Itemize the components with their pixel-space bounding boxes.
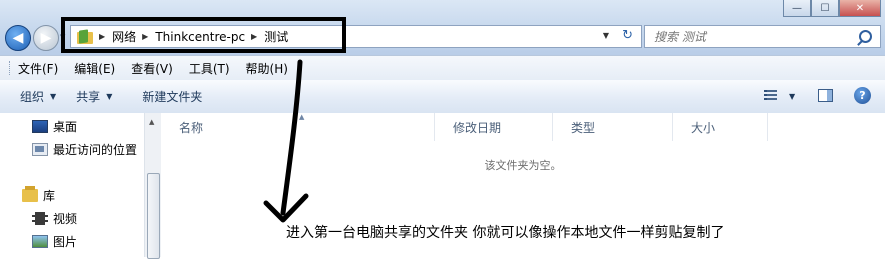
annotation-note: 进入第一台电脑共享的文件夹 你就可以像操作本地文件一样剪贴复制了 — [286, 225, 725, 241]
arrow-shaft — [280, 59, 303, 216]
annotation-arrow — [263, 59, 309, 223]
